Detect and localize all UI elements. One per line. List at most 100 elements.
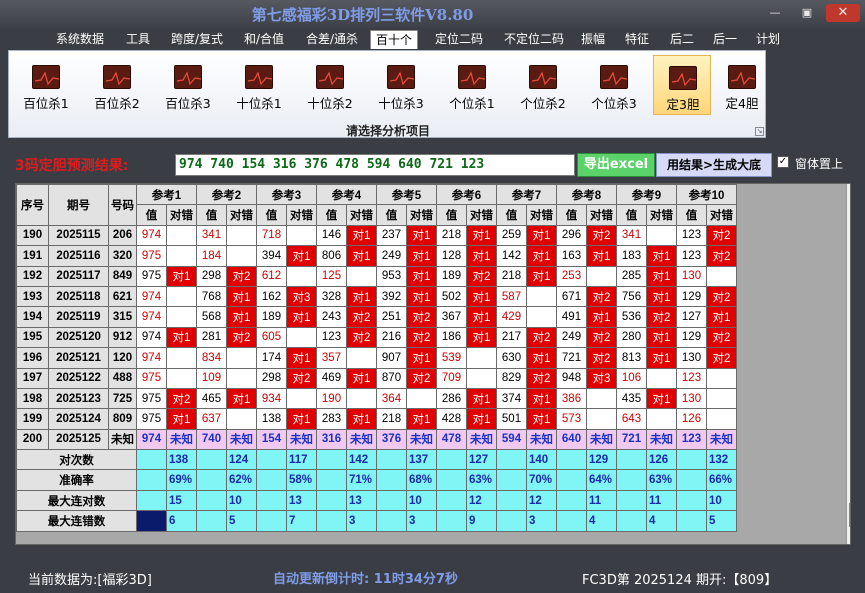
scroll-down-icon[interactable]: ▼	[850, 531, 851, 540]
title-bar: 第七感福彩3D排列三软件V8.80 — ▣ ✕	[0, 0, 865, 28]
menu-item[interactable]: 和/合值	[236, 30, 292, 49]
menu-item[interactable]: 合差/通杀	[298, 30, 366, 49]
ribbon-button[interactable]: 百位杀1	[17, 55, 75, 115]
menu-item[interactable]: 系统数据	[46, 30, 114, 49]
row-value: 975	[136, 387, 167, 410]
menu-bar: 系统数据 工具 跨度/复式 和/合值 合差/通杀 百十个 定位二码 不定位二码 振幅 特征 后二 后一…	[0, 28, 865, 50]
row-check: 对1	[346, 245, 377, 267]
table-row[interactable]: 195 2025120 912 974 对1 281 对2 605 123 对2 216 对2 186 对…	[16, 326, 738, 349]
table-row[interactable]: 190 2025115 206 974 341 718 146 对1 237 对1 218 对1 259…	[16, 224, 738, 247]
header-row: 序号 期号 号码 参考1 参考2 参考3 参考4 参考5 参考6 参考7 参考8 参考9 参考10	[16, 184, 738, 226]
table-row[interactable]: 196 2025121 120 974 834 174 对1 357 907 对1 539 630 对1…	[16, 347, 738, 369]
stats-blank	[256, 469, 287, 491]
menu-item[interactable]: 工具	[118, 30, 158, 49]
row-value: 435	[616, 387, 647, 410]
row-check	[466, 367, 497, 389]
close-button[interactable]: ✕	[826, 4, 860, 22]
value-header: 值	[616, 204, 647, 226]
menu-item[interactable]: 特征	[618, 30, 656, 49]
result-field[interactable]: 974 740 154 316 376 478 594 640 721 123	[175, 154, 575, 176]
ribbon-button[interactable]: 百位杀2	[88, 55, 146, 115]
table-row[interactable]: 197 2025122 488 975 109 298 对2 469 对1 870 对2 709 829…	[16, 367, 738, 389]
row-check: 对2	[705, 245, 738, 267]
table-row[interactable]: 199 2025124 809 975 对1 637 138 对1 283 对1 218 对1 428 对…	[16, 408, 738, 430]
vertical-scrollbar[interactable]: ▲ ▼	[846, 184, 851, 544]
menu-item[interactable]: 后一	[706, 30, 744, 49]
prediction-row[interactable]: 200 2025125 未知 974 未知 740 未知 154 未知 316 未知 376 未知 478…	[16, 428, 738, 451]
export-excel-button[interactable]: 导出excel	[577, 153, 655, 177]
stats-value: 129	[586, 449, 617, 471]
menu-item[interactable]: 定位二码	[426, 30, 492, 49]
minimize-button[interactable]: —	[760, 4, 790, 22]
row-value: 183	[616, 245, 647, 267]
prediction-value: 478	[436, 428, 467, 451]
row-check	[166, 347, 197, 369]
ribbon-launcher-icon[interactable]: ↘	[755, 127, 764, 136]
prediction-value: 316	[316, 428, 347, 451]
row-value: 296	[556, 224, 587, 247]
check-header: 对错	[286, 204, 317, 226]
ribbon-button-label: 个位杀1	[449, 96, 495, 111]
check-header: 对错	[466, 204, 497, 226]
ontop-checkbox[interactable]: ✓	[777, 156, 789, 168]
stats-value: 69%	[166, 469, 197, 491]
table-row[interactable]: 198 2025123 725 975 对2 465 对1 934 190 364 286 对1 374…	[16, 387, 738, 410]
row-check	[586, 265, 617, 287]
row-value: 218	[496, 265, 527, 287]
ribbon-button[interactable]: 百位杀3	[159, 55, 217, 115]
row-value: 501	[496, 408, 527, 430]
ribbon-button[interactable]: 个位杀3	[585, 55, 643, 115]
row-value: 341	[196, 224, 227, 247]
table-row[interactable]: 194 2025119 315 974 568 对1 189 对1 243 对2 251 对2 367 对…	[16, 306, 738, 328]
menu-item[interactable]: 振幅	[575, 30, 611, 49]
menu-item[interactable]: 跨度/复式	[162, 30, 232, 49]
row-value: 394	[256, 245, 287, 267]
row-seq: 190	[16, 224, 49, 247]
row-value: 237	[376, 224, 407, 247]
scroll-up-icon[interactable]: ▲	[850, 186, 851, 195]
stats-value: 11	[586, 489, 617, 512]
stats-value: 11	[646, 489, 677, 512]
row-value: 721	[556, 347, 587, 369]
menu-item[interactable]: 不定位二码	[496, 30, 572, 49]
row-value: 709	[436, 367, 467, 389]
row-check: 对1	[406, 245, 437, 267]
ribbon-button[interactable]: 十位杀3	[372, 55, 430, 115]
ribbon-button[interactable]: 定4胆	[713, 55, 771, 115]
stats-row: 对次数 138 124 117 142 137 127 140 129 126 132	[16, 449, 738, 471]
generate-base-button[interactable]: 用结果>生成大底	[656, 153, 772, 177]
ribbon-button[interactable]: 十位杀2	[301, 55, 359, 115]
stats-value: 62%	[226, 469, 257, 491]
ribbon-button[interactable]: 个位杀1	[443, 55, 501, 115]
row-check: 对2	[406, 367, 437, 389]
table-row[interactable]: 192 2025117 849 975 对1 298 对2 612 125 953 对1 189 对2 2…	[16, 265, 738, 287]
row-check: 对2	[705, 326, 738, 349]
value-header: 值	[556, 204, 587, 226]
menu-item[interactable]: 后二	[664, 30, 700, 49]
row-value: 128	[436, 245, 467, 267]
row-check: 对1	[646, 285, 677, 308]
reference-header: 参考10	[675, 184, 738, 206]
row-value: 162	[256, 285, 287, 308]
menu-item[interactable]: 计划	[752, 30, 784, 49]
row-check	[226, 224, 257, 247]
row-issue: 2025124	[48, 408, 109, 430]
table-row[interactable]: 191 2025116 320 975 184 394 对1 806 对1 249 对1 128 对1 1…	[16, 245, 738, 267]
ribbon-button-label: 个位杀2	[520, 96, 566, 111]
menu-item[interactable]: 百十个	[370, 30, 418, 49]
row-check: 对1	[526, 245, 557, 267]
row-value: 218	[436, 224, 467, 247]
stats-value: 3	[406, 510, 437, 532]
row-issue: 2025118	[48, 285, 109, 308]
ribbon-button[interactable]: 个位杀2	[514, 55, 572, 115]
stats-value: 63%	[646, 469, 677, 491]
row-value: 974	[136, 326, 167, 349]
row-value: 142	[496, 245, 527, 267]
ribbon-button[interactable]: 定3胆	[653, 55, 711, 115]
scroll-thumb[interactable]	[849, 503, 850, 527]
ribbon-button[interactable]: 十位杀1	[230, 55, 288, 115]
stats-value: 117	[286, 449, 317, 471]
maximize-button[interactable]: ▣	[792, 4, 822, 22]
table-row[interactable]: 193 2025118 621 974 768 对1 162 对3 328 对1 392 对1 502 对…	[16, 285, 738, 308]
stats-value: 4	[586, 510, 617, 532]
